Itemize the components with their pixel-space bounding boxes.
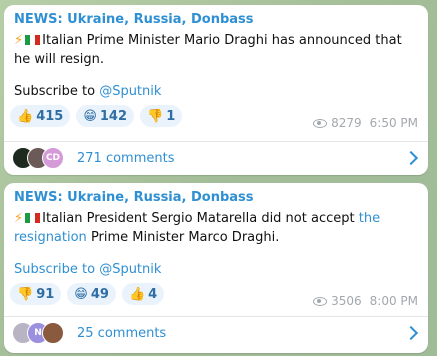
grin-icon: 😁	[83, 108, 97, 124]
post-body: ⚡ Italian Prime Minister Mario Draghi has…	[14, 31, 414, 69]
commenter-avatars: CD	[12, 147, 64, 169]
reaction-thumbs-down[interactable]: 👎 1	[140, 105, 183, 127]
subscribe-line[interactable]: Subscribe to @Sputnik	[14, 262, 161, 277]
reaction-grin[interactable]: 😁 49	[67, 283, 116, 305]
post-title[interactable]: NEWS: Ukraine, Russia, Donbass	[14, 12, 254, 27]
subscribe-prefix: Subscribe to	[14, 84, 100, 99]
comments-bar[interactable]: CD 271 comments	[4, 142, 428, 174]
post-time: 8:00 PM	[369, 294, 418, 308]
italy-flag-icon	[25, 210, 41, 223]
post-body: ⚡ Italian President Sergio Matarella did …	[14, 209, 414, 247]
thumbs-up-icon: 👍	[128, 286, 146, 302]
post-meta: 3506 8:00 PM	[313, 294, 418, 308]
channel-post-1: NEWS: Ukraine, Russia, Donbass ⚡ Italian …	[4, 5, 428, 175]
comments-link[interactable]: 25 comments	[77, 326, 166, 341]
reaction-thumbs-up[interactable]: 👍 415	[10, 105, 71, 127]
post-text-tail: Prime Minister Marco Draghi.	[86, 230, 280, 245]
thumbs-up-icon: 👍	[17, 108, 34, 124]
thumbs-down-icon: 👎	[147, 108, 164, 124]
lightning-icon: ⚡	[14, 33, 24, 48]
avatar	[42, 322, 64, 344]
subscribe-prefix: Subscribe to	[14, 262, 100, 277]
grin-icon: 😁	[74, 286, 88, 302]
subscribe-handle-link[interactable]: @Sputnik	[99, 84, 161, 99]
reaction-count: 1	[166, 108, 176, 124]
reactions-row: 👎 91 😁 49 👍 4	[10, 283, 165, 305]
reaction-count: 49	[90, 286, 109, 302]
reaction-grin[interactable]: 😁 142	[76, 105, 135, 127]
reactions-row: 👍 415 😁 142 👎 1	[10, 105, 183, 127]
commenter-avatars: N	[12, 322, 64, 344]
channel-post-2: NEWS: Ukraine, Russia, Donbass ⚡ Italian …	[4, 183, 428, 353]
subscribe-line: Subscribe to @Sputnik	[14, 84, 161, 99]
thumbs-down-icon: 👎	[17, 286, 34, 302]
post-time: 6:50 PM	[369, 116, 418, 130]
comments-link[interactable]: 271 comments	[77, 151, 174, 166]
reaction-thumbs-down[interactable]: 👎 91	[10, 283, 62, 305]
post-meta: 8279 6:50 PM	[313, 116, 418, 130]
post-text: Italian Prime Minister Mario Draghi has …	[14, 33, 402, 67]
avatar: CD	[42, 147, 64, 169]
post-title[interactable]: NEWS: Ukraine, Russia, Donbass	[14, 190, 254, 205]
view-count: 8279	[331, 116, 362, 130]
chevron-right-icon[interactable]	[403, 325, 419, 341]
italy-flag-icon	[25, 32, 41, 45]
reaction-count: 142	[99, 108, 128, 124]
reaction-thumbs-up[interactable]: 👍 4	[121, 283, 165, 305]
view-count: 3506	[331, 294, 362, 308]
reaction-count: 415	[36, 108, 64, 124]
reaction-count: 91	[36, 286, 55, 302]
post-text: Italian President Sergio Matarella did n…	[42, 211, 359, 226]
subscribe-handle-link[interactable]: @Sputnik	[99, 262, 161, 277]
lightning-icon: ⚡	[14, 211, 24, 226]
eye-icon	[313, 296, 328, 306]
comments-bar[interactable]: N 25 comments	[4, 317, 428, 349]
chevron-right-icon[interactable]	[403, 150, 419, 166]
eye-icon	[313, 118, 328, 128]
reaction-count: 4	[148, 286, 158, 302]
